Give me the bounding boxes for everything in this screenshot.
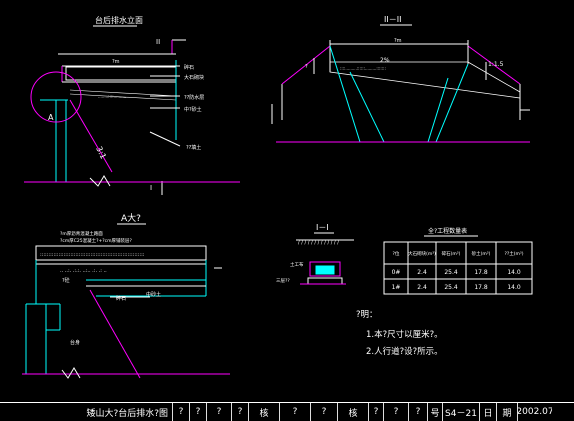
tb-c14: 期 (497, 403, 518, 421)
tb-c11: ? (409, 403, 428, 421)
detail-top-label-0: ?m厚沥青混凝土路面 (60, 230, 103, 237)
table-header-3: 砂土(m³) (472, 250, 491, 257)
tb-c1: ? (173, 403, 190, 421)
notes: ?明： 1.本?尺寸以厘米?。 2.人行道?设?所示。 (356, 308, 443, 362)
label-a: A (48, 113, 54, 122)
table-header-2: 碎石(m³) (442, 250, 461, 257)
table-cell: 14.0 (507, 269, 521, 276)
quantity-table: 全?工程数量表 ?位 大石砌块(m³) 碎石(m³) 砂土(m³) ??土(m³) 0# 2… (383, 227, 533, 295)
detail-a-title: A大? (121, 212, 141, 224)
section-left-label: ? (305, 64, 308, 70)
title-block: 矮山大?台后排水?图 ? ? ? ? 核 ? ? 核 ? ? ? 号 S4－21… (0, 402, 574, 421)
note-1: 1.本?尺寸以厘米?。 (366, 330, 443, 340)
section-i-label-0: 土工布 (290, 261, 304, 268)
section-i-label-1: 三层?? (276, 278, 290, 284)
table-header-1: 大石砌块(m³) (408, 250, 436, 257)
table-cell: 17.8 (474, 269, 488, 276)
table-header-4: ??土(m³) (505, 250, 524, 257)
svg-text:........::::..........: ........::::.......... (98, 94, 126, 99)
drawing-canvas: 台后排水立面 II I ?m ........::::.......... A … (22, 15, 533, 379)
detail-label-1: 碎石 (116, 295, 126, 302)
detail-label-3: 台身 (70, 339, 80, 346)
elev-label-0: 碎石 (184, 64, 194, 71)
detail-label-0: ?砼 (62, 277, 70, 284)
notes-heading: ?明： (356, 310, 378, 320)
table-header-0: ?位 (393, 250, 400, 257)
detail-top-label-1: ?cm厚C25混凝土?+?cm厚铺装层? (60, 237, 133, 244)
table-cell: 25.4 (444, 284, 458, 291)
elev-label-4: ??填土 (186, 144, 201, 151)
section-view: II－II ?m 2% ::::.........::::::.........… (271, 15, 530, 143)
table-cell: 1# (392, 284, 401, 291)
table-cell: 0# (392, 269, 401, 276)
table-title: 全?工程数量表 (428, 227, 467, 235)
slope-label: 3:1 (94, 145, 108, 161)
tb-c8: 核 (338, 403, 369, 421)
elev-label-3: 中?砂土 (184, 106, 202, 113)
tb-c12: 号 (428, 403, 443, 421)
elev-label-2: ??防水层 (184, 94, 204, 101)
tb-date: 2002.07 (518, 407, 552, 417)
tb-c3: ? (207, 403, 232, 421)
section-title: II－II (384, 15, 401, 24)
tb-c4: ? (232, 403, 249, 421)
tb-c6: ? (280, 403, 311, 421)
elevation-dim: ?m (112, 59, 120, 65)
section-i-view: I－I / / / / / / / / / / / / / 土工布 三层?? (276, 223, 354, 285)
table-cell: 25.4 (444, 269, 458, 276)
cut-mark-top: II (156, 38, 160, 46)
elevation-view: 台后排水立面 II I ?m ........::::.......... A … (24, 15, 240, 195)
svg-text:/ / / / / / / / / / / / /: / / / / / / / / / / / / / (298, 240, 339, 246)
tb-sheet: S4－21 (443, 403, 480, 421)
table-cell: 17.8 (474, 284, 488, 291)
table-cell: 2.4 (417, 284, 427, 291)
tb-c2: ? (190, 403, 207, 421)
tb-c7: ? (311, 403, 338, 421)
tb-c9: ? (369, 403, 384, 421)
detail-a-view: A大? ?m厚沥青混凝土路面 ?cm厚C25混凝土?+?cm厚铺装层? ::::… (22, 212, 230, 379)
section-i-title: I－I (316, 223, 329, 232)
table-cell: 2.4 (417, 269, 427, 276)
table-cell: 14.0 (507, 284, 521, 291)
svg-text:::::::::::::::::::::::::::::::: ::::::::::::::::::::::::::::::::::::::::… (40, 252, 145, 258)
svg-text:.. ..:. .:.:. ..:.. .:. .:: .. ..:. .:.:. ..:.. .:. .: .. (60, 268, 107, 274)
tb-c13: 日 (480, 403, 497, 421)
tb-project: 矮山大?台后排水?图 (0, 403, 173, 421)
elev-label-1: 大石砌块 (184, 74, 204, 81)
tb-c10: ? (384, 403, 409, 421)
section-slope: 1:1.5 (488, 61, 504, 68)
elevation-title: 台后排水立面 (95, 15, 143, 25)
note-2: 2.人行道?设?所示。 (366, 347, 443, 357)
svg-text:::::.........::::::.........::: ::::.........::::::.........::::::: (340, 66, 386, 71)
tb-c5: 核 (249, 403, 280, 421)
section-dim-mid: 2% (380, 57, 390, 64)
cut-mark-bottom: I (150, 184, 152, 192)
section-dim-top: ?m (394, 38, 402, 44)
